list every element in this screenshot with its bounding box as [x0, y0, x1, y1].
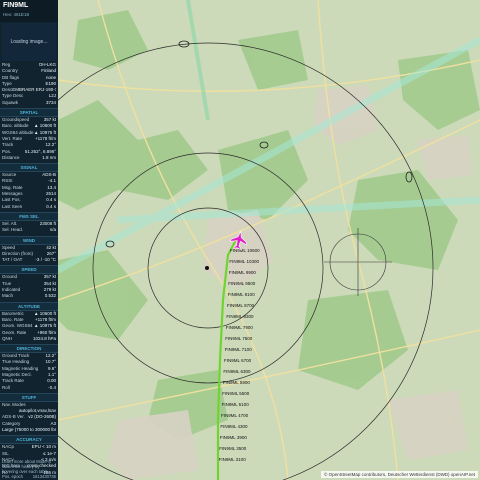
track-label: FIN9ML 10300 — [229, 259, 259, 264]
map-attribution[interactable]: © OpenStreetMap contributors, Deutscher … — [321, 471, 478, 478]
signal-label: Last Seen — [2, 203, 23, 209]
spatial-value: 1.8 nm — [42, 154, 56, 160]
track-label: FIN9ML 9500 — [228, 281, 256, 286]
section-title-accuracy[interactable]: ACCURACY — [0, 435, 58, 445]
track-label: FIN9ML 9900 — [229, 270, 257, 275]
spatial-label: Distance — [2, 154, 20, 160]
track-label: FIN9ML 4300 — [220, 424, 248, 429]
track-label: FIN9ML 3100 — [219, 457, 247, 462]
track-label: FIN9ML 3900 — [220, 435, 248, 440]
map-canvas[interactable]: FIN9ML 10600 FIN9ML 10300 FIN9ML 9900 FIN9M… — [58, 0, 480, 480]
section-title-stuff[interactable]: STUFF — [0, 392, 58, 402]
track-label: FIN9ML 7500 — [225, 336, 253, 341]
info-value: 3734 — [45, 99, 56, 105]
section-signal: SIGNAL Source ADS-B RSSI -4.1 Msg. Rate 13.4 Me… — [0, 163, 58, 210]
map-view[interactable]: FIN9ML 10600 FIN9ML 10300 FIN9ML 9900 FIN9M… — [58, 0, 480, 480]
track-label: FIN9ML 7900 — [226, 325, 254, 330]
section-title-speed[interactable]: SPEED — [0, 265, 58, 275]
track-label: FIN9ML 5900 — [223, 380, 251, 385]
info-table: Reg OH-LKG Country Finland DB flags none Type E… — [0, 62, 58, 106]
direction-value: -0.4 — [48, 384, 56, 390]
track-label: FIN9ML 5100 — [222, 402, 250, 407]
signal-row: Last Seen 0.4 s — [0, 204, 58, 210]
spatial-row: Distance 1.8 nm — [0, 155, 58, 161]
aircraft-info-sidebar: FIN9ML Hex: 461E18 Loading image... Reg O… — [0, 0, 58, 480]
direction-label: Roll — [2, 384, 10, 390]
section-fms-sel: FMS SEL Sel. Alt. 23008 ft Sel. Head. n/a — [0, 211, 58, 234]
info-sections: SPATIAL Groundspeed 357 kt Baro. altitude ▲ … — [0, 108, 58, 476]
section-title-fms-sel[interactable]: FMS SEL — [0, 211, 58, 221]
stuff-row: Large (75000 to 300000 lbs) — [0, 427, 58, 433]
altitude-value: 1024.8 hPa — [32, 335, 56, 341]
sidebar-header: FIN9ML Hex: 461E18 — [0, 0, 58, 22]
aircraft-photo[interactable]: Loading image... — [2, 23, 56, 61]
fms-sel-value: n/a — [49, 227, 56, 233]
track-label: FIN9ML 10600 — [230, 248, 260, 253]
section-altitude: ALTITUDE Barometric ▲ 10600 ft Baro. Rate +1… — [0, 301, 58, 342]
direction-row: Roll -0.4 — [0, 385, 58, 391]
section-stuff: STUFF Nav. Modes autopilot,vnav,lnav ADS-B … — [0, 392, 58, 433]
speed-row: Mach 0.532 — [0, 293, 58, 299]
footer-hint: Learn more about Mode-S stats from histo… — [2, 459, 51, 474]
signal-value: 0.4 s — [46, 203, 56, 209]
track-label: FIN9ML 3500 — [219, 446, 247, 451]
track-label: FIN9ML 9100 — [228, 292, 256, 297]
section-direction: DIRECTION Ground Track 12.2° True Heading 10… — [0, 344, 58, 391]
fms-sel-row: Sel. Head. n/a — [0, 227, 58, 233]
track-label: FIN9ML 8700 — [227, 303, 255, 308]
section-title-signal[interactable]: SIGNAL — [0, 163, 58, 173]
wind-value: -3 / -10 °C — [35, 257, 56, 263]
track-label: FIN9ML 6700 — [224, 358, 252, 363]
track-label: FIN9ML 7100 — [225, 347, 253, 352]
pos-epoch-value: 1613430736 — [32, 474, 56, 479]
wind-row: TAT / OAT -3 / -10 °C — [0, 257, 58, 263]
section-speed: SPEED Ground 357 kt True 354 kt Indicated 279 … — [0, 265, 58, 299]
section-title-direction[interactable]: DIRECTION — [0, 344, 58, 354]
hex-label: Hex: 461E18 — [3, 12, 30, 17]
wind-label: TAT / OAT — [2, 257, 23, 263]
callsign-label: FIN9ML — [3, 2, 29, 9]
section-spatial: SPATIAL Groundspeed 357 kt Baro. altitude ▲ … — [0, 108, 58, 161]
speed-value: 0.532 — [44, 293, 56, 299]
sidebar-footer: Learn more about Mode-S stats from histo… — [0, 458, 58, 480]
receiver-location-marker — [205, 266, 209, 270]
info-label: Squawk — [2, 99, 19, 105]
track-label: FIN9ML 8300 — [226, 314, 254, 319]
track-label: FIN9ML 5500 — [222, 391, 250, 396]
info-row: Squawk 3734 — [0, 100, 58, 106]
altitude-row: QNH 1024.8 hPa — [0, 336, 58, 342]
speed-label: Mach — [2, 293, 14, 299]
pos-epoch-label: Pos. epoch — [2, 474, 23, 479]
track-label: FIN9ML 4700 — [221, 413, 249, 418]
section-title-spatial[interactable]: SPATIAL — [0, 108, 58, 118]
photo-status: Loading image... — [10, 39, 48, 45]
section-title-wind[interactable]: WIND — [0, 235, 58, 245]
section-wind: WIND Speed 42 kt Direction (from) 267° TAT / … — [0, 235, 58, 264]
stuff-value: Large (75000 to 300000 lbs) — [2, 427, 56, 433]
fms-sel-label: Sel. Head. — [2, 227, 24, 233]
altitude-label: QNH — [2, 335, 12, 341]
section-title-altitude[interactable]: ALTITUDE — [0, 301, 58, 311]
track-label: FIN9ML 6300 — [223, 369, 251, 374]
